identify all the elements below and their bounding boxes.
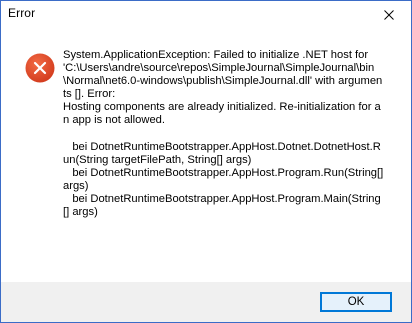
close-button[interactable] [367,1,411,29]
title-bar[interactable]: Error [1,1,411,29]
error-icon [25,53,55,83]
error-message-text: System.ApplicationException: Failed to i… [63,49,384,219]
ok-button[interactable]: OK [320,292,392,312]
dialog-content: System.ApplicationException: Failed to i… [1,29,411,279]
close-icon [384,10,394,20]
error-dialog-window: Error System.ApplicationException: Faile… [0,0,412,323]
dialog-footer: OK [1,282,411,322]
window-title: Error [8,6,36,20]
